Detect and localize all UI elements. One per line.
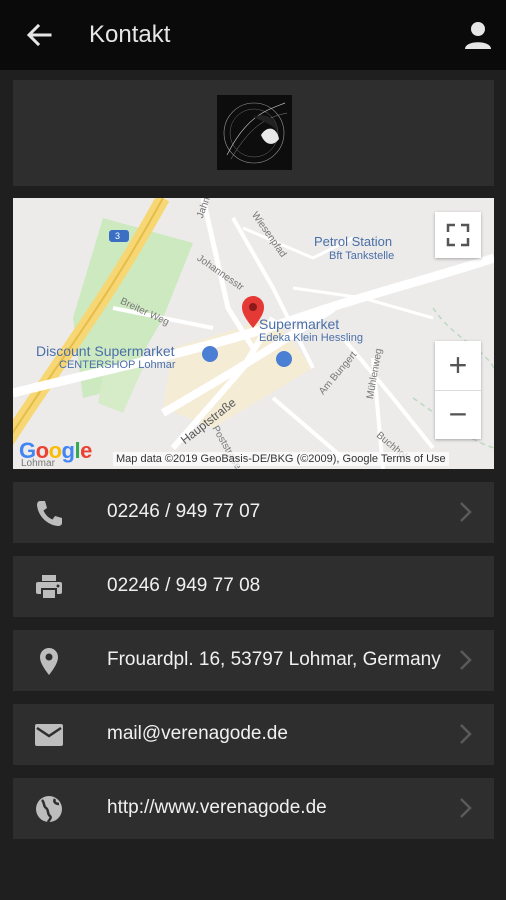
google-logo: Google bbox=[19, 438, 92, 463]
chevron-right-icon bbox=[460, 502, 472, 522]
page-title: Kontakt bbox=[89, 21, 171, 48]
business-logo bbox=[217, 95, 292, 170]
chevron-right-icon bbox=[460, 724, 472, 744]
contact-text: 02246 / 949 77 08 bbox=[107, 575, 261, 596]
map-zoom-controls: + − bbox=[435, 341, 481, 439]
mail-icon bbox=[35, 724, 63, 746]
map-label-petrol: Petrol Station bbox=[314, 234, 393, 249]
map-label-discount-sub: CENTERSHOP Lohmar bbox=[59, 359, 176, 371]
map-fullscreen-button[interactable] bbox=[435, 212, 481, 258]
chevron-right-icon bbox=[460, 650, 472, 670]
contact-row-phone[interactable]: 02246 / 949 77 07 bbox=[13, 482, 494, 543]
map-label-supermarket-sub: Edeka Klein Hessling bbox=[259, 332, 363, 344]
map-attribution[interactable]: Map data ©2019 GeoBasis-DE/BKG (©2009), … bbox=[113, 452, 449, 466]
app-bar: Kontakt bbox=[0, 0, 506, 70]
highway-number: 3 bbox=[115, 231, 121, 241]
globe-icon bbox=[36, 796, 62, 823]
map-roads bbox=[13, 198, 494, 469]
map-label-discount: Discount Supermarket bbox=[36, 343, 175, 359]
map-label-petrol-sub: Bft Tankstelle bbox=[329, 250, 395, 262]
fullscreen-icon bbox=[446, 223, 470, 247]
contact-text: mail@verenagode.de bbox=[107, 723, 288, 744]
contact-text: 02246 / 949 77 07 bbox=[107, 501, 261, 522]
person-icon[interactable] bbox=[462, 19, 494, 51]
printer-icon bbox=[36, 575, 62, 600]
contact-row-address[interactable]: Frouardpl. 16, 53797 Lohmar, Germany bbox=[13, 630, 494, 691]
arrow-left-icon[interactable] bbox=[22, 20, 56, 50]
contact-text: Frouardpl. 16, 53797 Lohmar, Germany bbox=[107, 649, 441, 670]
zoom-out-button[interactable]: − bbox=[435, 390, 481, 439]
zoom-in-button[interactable]: + bbox=[435, 341, 481, 391]
contact-row-fax[interactable]: 02246 / 949 77 08 bbox=[13, 556, 494, 617]
location-pin-icon bbox=[40, 648, 58, 675]
phone-icon bbox=[37, 501, 62, 526]
map-view[interactable]: Petrol Station Bft Tankstelle Supermarke… bbox=[13, 198, 494, 469]
contact-row-email[interactable]: mail@verenagode.de bbox=[13, 704, 494, 765]
contact-text: http://www.verenagode.de bbox=[107, 797, 327, 818]
contact-row-website[interactable]: http://www.verenagode.de bbox=[13, 778, 494, 839]
header-card bbox=[13, 80, 494, 186]
map-label-supermarket: Supermarket bbox=[259, 316, 340, 332]
chevron-right-icon bbox=[460, 798, 472, 818]
